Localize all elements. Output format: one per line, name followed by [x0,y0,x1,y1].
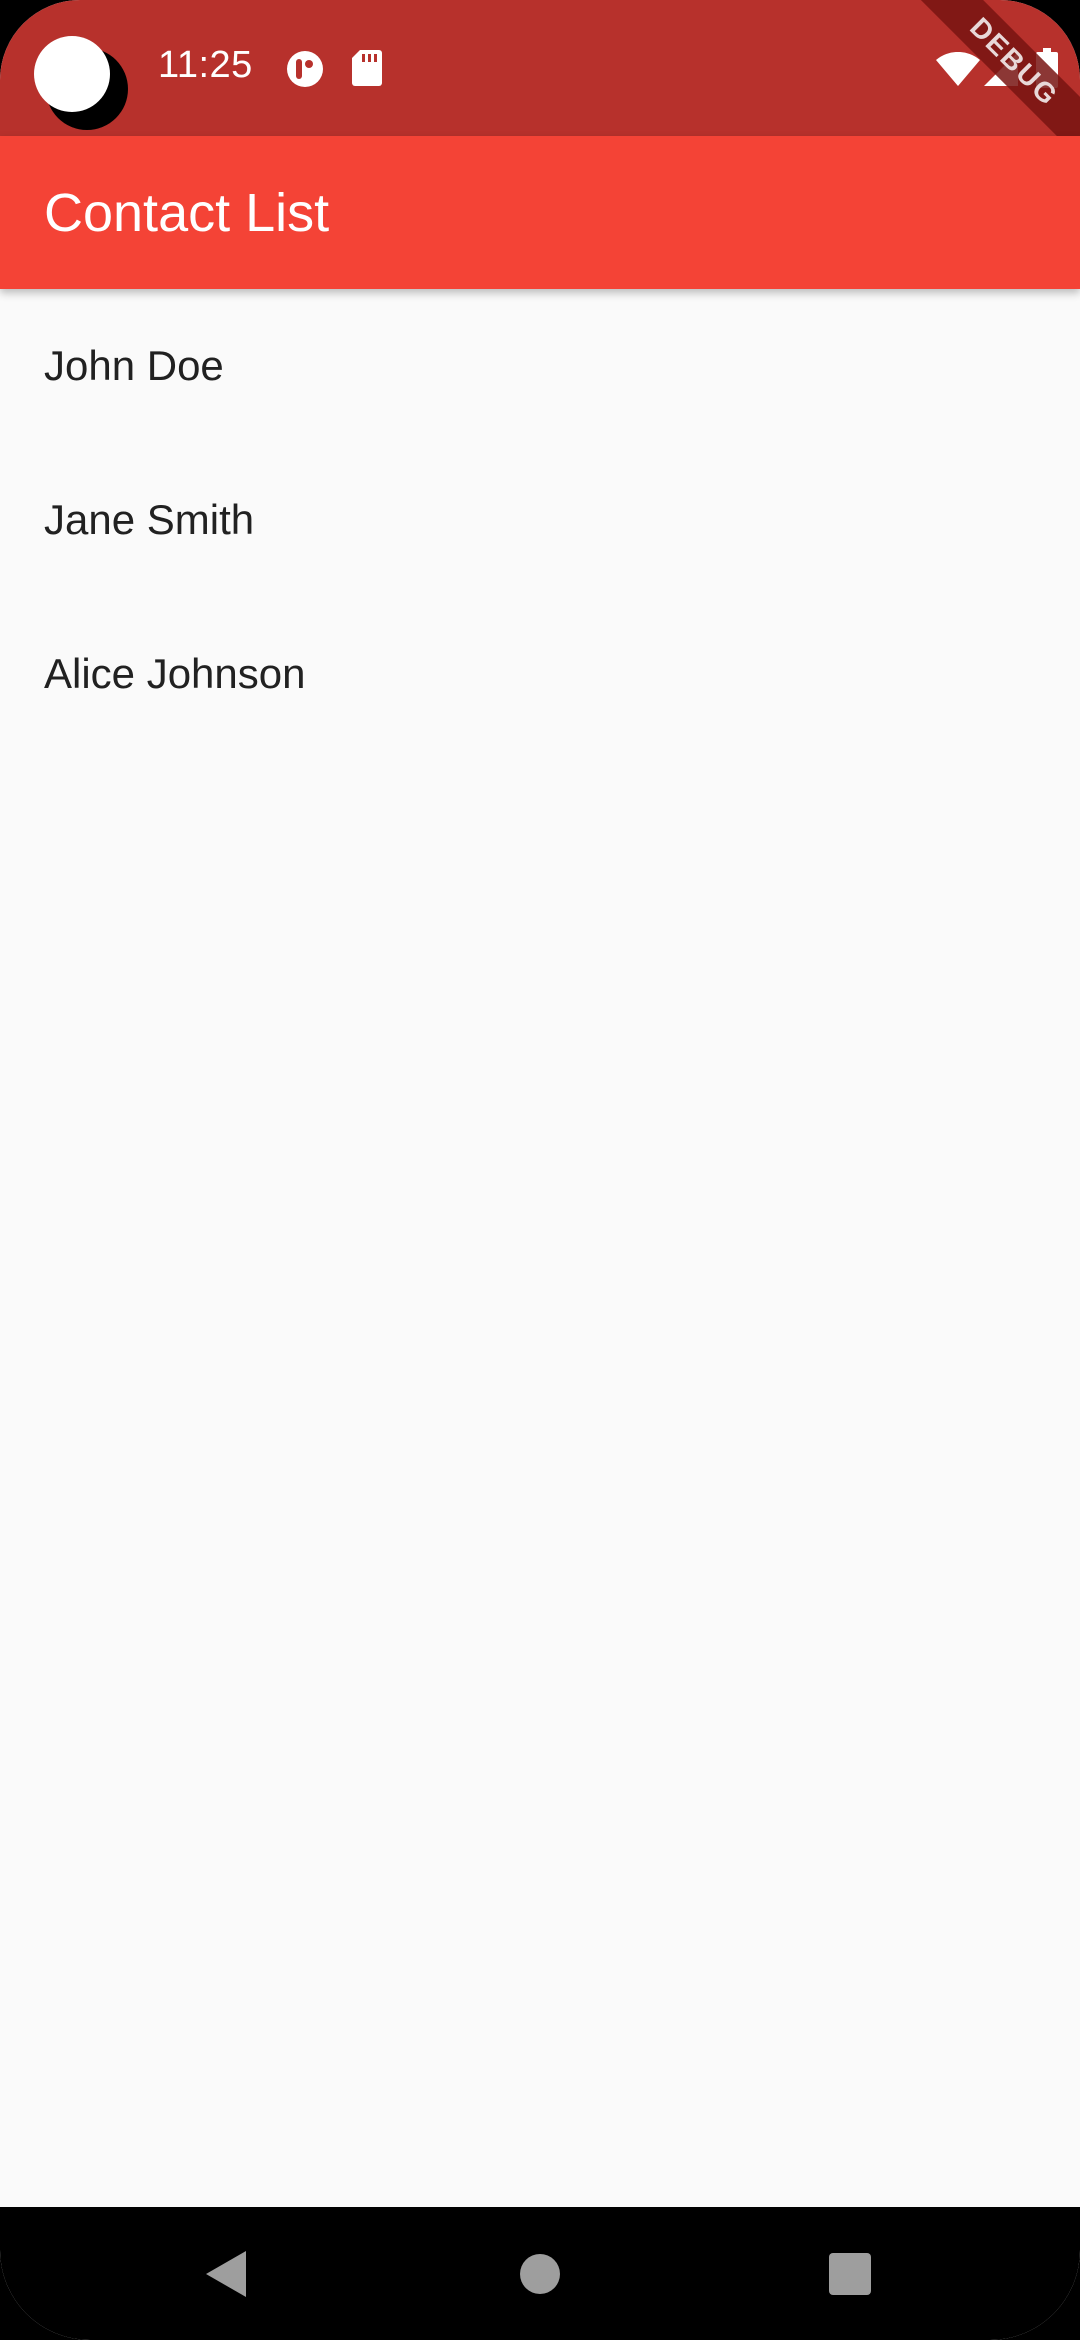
contact-item-john-doe[interactable]: John Doe [0,289,1080,443]
battery-icon [1036,48,1058,93]
page-title: Contact List [44,183,330,243]
cell-signal-icon [984,52,1018,91]
home-icon [520,2253,560,2294]
camera-cutout [34,36,128,130]
nav-home-button[interactable] [460,2207,620,2340]
nav-back-button[interactable] [146,2207,306,2340]
contact-list: John Doe Jane Smith Alice Johnson [0,289,1080,751]
contact-item-jane-smith[interactable]: Jane Smith [0,443,1080,597]
recents-icon [829,2252,871,2295]
contact-list-container[interactable]: John Doe Jane Smith Alice Johnson [0,289,1080,2207]
status-bar: 11:25 DEBUG [0,0,1080,160]
camera-lens [34,36,110,112]
wifi-icon [936,51,980,91]
status-time: 11:25 [158,44,253,86]
sd-card-icon [352,50,382,91]
navigation-bar [0,2207,1080,2340]
back-icon [206,2250,246,2297]
notification-app-icon [286,50,324,93]
nav-recents-button[interactable] [770,2207,930,2340]
phone-screen: 11:25 DEBUG Contact List John Doe Jane S… [0,0,1080,2340]
contact-item-alice-johnson[interactable]: Alice Johnson [0,597,1080,751]
app-bar: Contact List [0,136,1080,289]
